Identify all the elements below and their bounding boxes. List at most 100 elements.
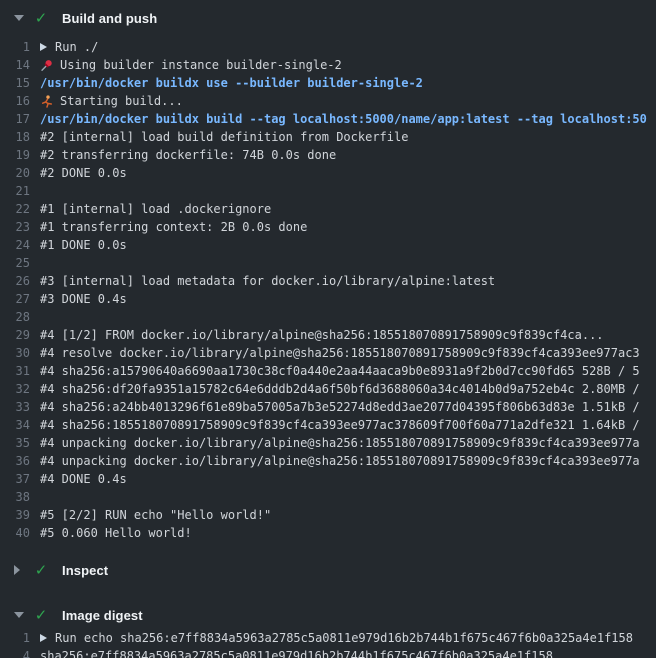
log-text: Starting build... (60, 92, 183, 110)
line-number[interactable]: 37 (0, 470, 40, 488)
log-line-content: #4 sha256:a15790640a6690aa1730c38cf0a440… (40, 362, 640, 380)
log-line: 22#1 [internal] load .dockerignore (0, 200, 656, 218)
line-number[interactable]: 36 (0, 452, 40, 470)
log-line: 17/usr/bin/docker buildx build --tag loc… (0, 110, 656, 128)
log-text: #5 0.060 Hello world! (40, 524, 192, 542)
log-line: 33#4 sha256:a24bb4013296f61e89ba57005a7b… (0, 398, 656, 416)
log-line: 31#4 sha256:a15790640a6690aa1730c38cf0a4… (0, 362, 656, 380)
expand-run-group-icon[interactable] (40, 634, 47, 642)
log-text: #5 [2/2] RUN echo "Hello world!" (40, 506, 271, 524)
log-line-content: #4 resolve docker.io/library/alpine@sha2… (40, 344, 640, 362)
expand-run-group-icon[interactable] (40, 43, 47, 51)
line-number[interactable]: 19 (0, 146, 40, 164)
section-header-build-and-push[interactable]: ✓ Build and push (0, 6, 656, 30)
line-number[interactable]: 16 (0, 92, 40, 110)
log-line: 36#4 unpacking docker.io/library/alpine@… (0, 452, 656, 470)
log-line-content: /usr/bin/docker buildx use --builder bui… (40, 74, 423, 92)
line-number[interactable]: 22 (0, 200, 40, 218)
log-line-content: Starting build... (40, 92, 183, 110)
chevron-down-icon[interactable] (14, 15, 26, 21)
chevron-right-icon[interactable] (14, 565, 26, 575)
line-number[interactable]: 4 (0, 647, 40, 658)
line-number[interactable]: 1 (0, 629, 40, 647)
log-line: 39#5 [2/2] RUN echo "Hello world!" (0, 506, 656, 524)
log-line-content: #5 0.060 Hello world! (40, 524, 192, 542)
log-line-content: #4 sha256:a24bb4013296f61e89ba57005a7b3e… (40, 398, 640, 416)
line-number[interactable]: 21 (0, 182, 40, 200)
line-number[interactable]: 27 (0, 290, 40, 308)
log-text: #4 unpacking docker.io/library/alpine@sh… (40, 434, 640, 452)
log-line: 4sha256:e7ff8834a5963a2785c5a0811e979d16… (0, 647, 656, 658)
log-section-build-and-push: ✓ Build and push 1Run ./14 Using builder … (0, 6, 656, 550)
line-number[interactable]: 20 (0, 164, 40, 182)
line-number[interactable]: 24 (0, 236, 40, 254)
log-line-content: #1 DONE 0.0s (40, 236, 127, 254)
section-log-body: 1 Run echo sha256:e7ff8834a5963a2785c5a08… (0, 627, 656, 658)
line-number[interactable]: 17 (0, 110, 40, 128)
chevron-down-icon[interactable] (14, 612, 26, 618)
line-number[interactable]: 32 (0, 380, 40, 398)
log-line: 25 (0, 254, 656, 272)
check-icon: ✓ (33, 11, 49, 26)
log-line-content: #4 unpacking docker.io/library/alpine@sh… (40, 434, 640, 452)
log-text: Using builder instance builder-single-2 (60, 56, 342, 74)
log-text: #4 sha256:a24bb4013296f61e89ba57005a7b3e… (40, 398, 640, 416)
line-number[interactable]: 26 (0, 272, 40, 290)
log-line-content: Run echo sha256:e7ff8834a5963a2785c5a081… (40, 629, 633, 647)
log-line-content: Run ./ (40, 38, 98, 56)
check-icon: ✓ (33, 608, 49, 623)
line-number[interactable]: 15 (0, 74, 40, 92)
log-text: #4 sha256:a15790640a6690aa1730c38cf0a440… (40, 362, 640, 380)
section-title: Build and push (62, 11, 157, 26)
log-line: 27#3 DONE 0.4s (0, 290, 656, 308)
log-line: 20#2 DONE 0.0s (0, 164, 656, 182)
log-line: 32#4 sha256:df20fa9351a15782c64e6dddb2d4… (0, 380, 656, 398)
log-line-content: sha256:e7ff8834a5963a2785c5a0811e979d16b… (40, 647, 553, 658)
log-line: 29#4 [1/2] FROM docker.io/library/alpine… (0, 326, 656, 344)
line-number[interactable]: 29 (0, 326, 40, 344)
log-text: /usr/bin/docker buildx build --tag local… (40, 110, 647, 128)
log-section-image-digest: ✓ Image digest 1 Run echo sha256:e7ff8834… (0, 603, 656, 658)
line-number[interactable]: 33 (0, 398, 40, 416)
section-title: Inspect (62, 563, 108, 578)
log-line: 24#1 DONE 0.0s (0, 236, 656, 254)
line-number[interactable]: 28 (0, 308, 40, 326)
log-line: 34#4 sha256:185518070891758909c9f839cf4c… (0, 416, 656, 434)
log-text: #2 DONE 0.0s (40, 164, 127, 182)
log-line-content: #4 DONE 0.4s (40, 470, 127, 488)
log-text: /usr/bin/docker buildx use --builder bui… (40, 74, 423, 92)
section-header-image-digest[interactable]: ✓ Image digest (0, 603, 656, 627)
log-text: sha256:e7ff8834a5963a2785c5a0811e979d16b… (40, 647, 553, 658)
line-number[interactable]: 39 (0, 506, 40, 524)
line-number[interactable]: 38 (0, 488, 40, 506)
log-line: 38 (0, 488, 656, 506)
log-line: 37#4 DONE 0.4s (0, 470, 656, 488)
section-log-body: 1Run ./14 Using builder instance builder-… (0, 30, 656, 550)
log-line-content: #2 [internal] load build definition from… (40, 128, 408, 146)
log-line: 35#4 unpacking docker.io/library/alpine@… (0, 434, 656, 452)
line-number[interactable]: 40 (0, 524, 40, 542)
section-header-inspect[interactable]: ✓ Inspect (0, 558, 656, 582)
log-text: #1 transferring context: 2B 0.0s done (40, 218, 307, 236)
log-line-content: #2 transferring dockerfile: 74B 0.0s don… (40, 146, 336, 164)
line-number[interactable]: 30 (0, 344, 40, 362)
log-text: #4 sha256:df20fa9351a15782c64e6dddb2d4a6… (40, 380, 640, 398)
log-line-content: #3 DONE 0.4s (40, 290, 127, 308)
line-number[interactable]: 1 (0, 38, 40, 56)
line-number[interactable]: 14 (0, 56, 40, 74)
log-text: #2 transferring dockerfile: 74B 0.0s don… (40, 146, 336, 164)
log-text: #1 DONE 0.0s (40, 236, 127, 254)
line-number[interactable]: 23 (0, 218, 40, 236)
line-number[interactable]: 34 (0, 416, 40, 434)
log-text: #4 [1/2] FROM docker.io/library/alpine@s… (40, 326, 604, 344)
log-line: 23#1 transferring context: 2B 0.0s done (0, 218, 656, 236)
log-text: #4 unpacking docker.io/library/alpine@sh… (40, 452, 640, 470)
line-number[interactable]: 18 (0, 128, 40, 146)
log-line-content: #4 sha256:df20fa9351a15782c64e6dddb2d4a6… (40, 380, 640, 398)
log-line: 21 (0, 182, 656, 200)
line-number[interactable]: 25 (0, 254, 40, 272)
log-text: Run echo sha256:e7ff8834a5963a2785c5a081… (55, 629, 633, 647)
line-number[interactable]: 31 (0, 362, 40, 380)
log-text: #4 DONE 0.4s (40, 470, 127, 488)
line-number[interactable]: 35 (0, 434, 40, 452)
